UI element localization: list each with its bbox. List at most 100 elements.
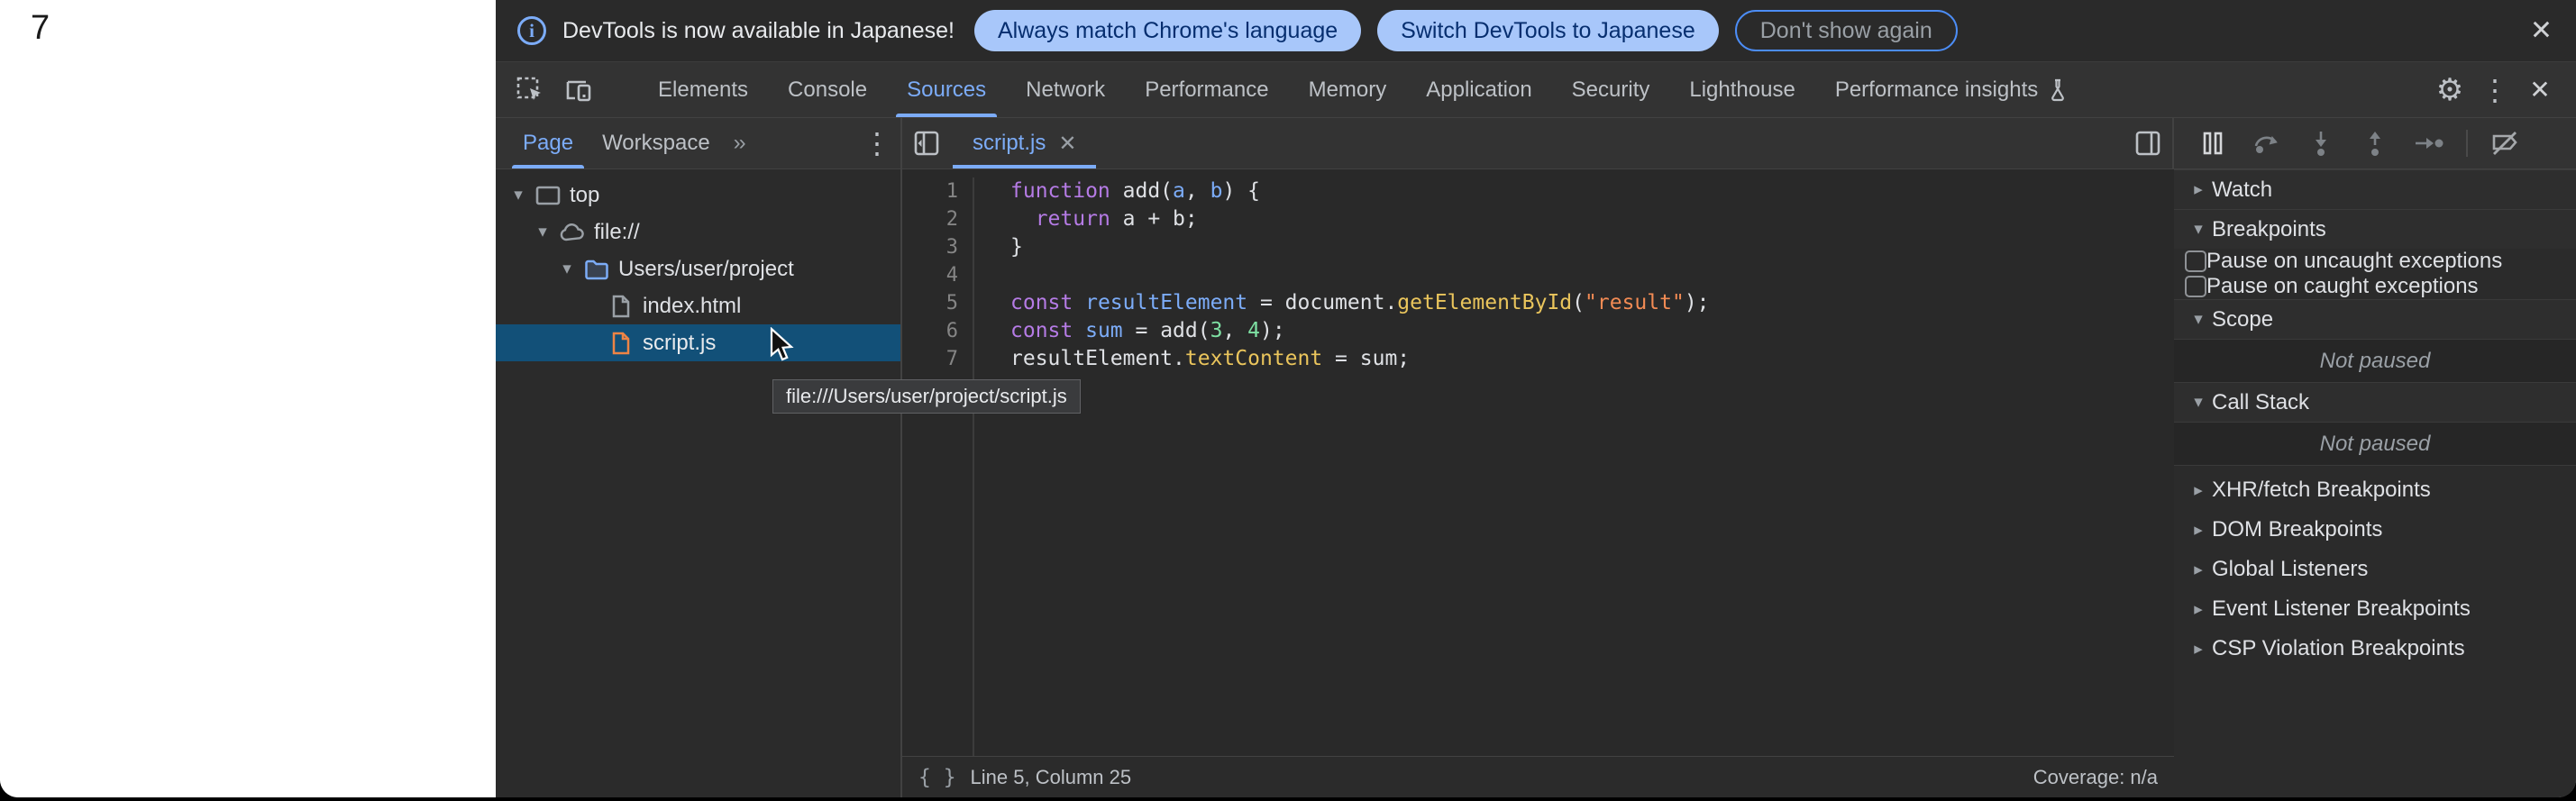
line-number-2[interactable]: 2 — [902, 205, 973, 233]
line-number-6[interactable]: 6 — [902, 317, 973, 345]
step-into-icon[interactable] — [2300, 123, 2342, 164]
switch-devtools-japanese-button[interactable]: Switch DevTools to Japanese — [1377, 10, 1719, 51]
navigator-tab-workspace[interactable]: Workspace — [588, 118, 725, 168]
devtools-close-icon[interactable]: ✕ — [2520, 70, 2560, 110]
step-out-icon[interactable] — [2354, 123, 2396, 164]
sidebar-label: XHR/fetch Breakpoints — [2212, 478, 2431, 503]
tab-memory[interactable]: Memory — [1289, 62, 1407, 117]
editor-tab-scriptjs[interactable]: script.js ✕ — [951, 118, 1098, 168]
sidebar-section-xhr-fetch-breakpoints[interactable]: ▸XHR/fetch Breakpoints — [2174, 470, 2576, 510]
tree-item-top[interactable]: ▾top — [496, 177, 900, 214]
sidebar-label: Call Stack — [2212, 390, 2309, 415]
tree-item-label: file:// — [594, 220, 640, 245]
sidebar-section-breakpoints[interactable]: ▾Breakpoints — [2174, 209, 2576, 249]
dont-show-again-button[interactable]: Don't show again — [1735, 10, 1958, 51]
tab-lighthouse[interactable]: Lighthouse — [1669, 62, 1814, 117]
expander-triangle-icon[interactable]: ▾ — [2185, 309, 2212, 330]
tab-performance-insights[interactable]: Performance insights — [1815, 62, 2088, 117]
cursor-position-text: Line 5, Column 25 — [971, 766, 1132, 789]
line-number-5[interactable]: 5 — [902, 289, 973, 317]
tree-item-index-html[interactable]: index.html — [496, 287, 900, 324]
frame-icon — [532, 185, 564, 206]
overflow-chevron-icon[interactable]: ›› — [725, 118, 754, 168]
line-number-7[interactable]: 7 — [902, 345, 973, 373]
tab-elements[interactable]: Elements — [638, 62, 768, 117]
tree-item-users-user-project[interactable]: ▾ Users/user/project — [496, 250, 900, 287]
tab-application[interactable]: Application — [1406, 62, 1551, 117]
code-editor[interactable]: 1234567 function add(a, b) { return a + … — [902, 169, 2174, 797]
expander-triangle-icon[interactable]: ▸ — [2185, 480, 2212, 501]
toggle-debugger-sidebar-icon[interactable] — [2124, 118, 2172, 168]
folder-icon — [580, 259, 613, 280]
sidebar-section-global-listeners[interactable]: ▸Global Listeners — [2174, 550, 2576, 589]
navigator-header: Page Workspace ›› ⋮ — [496, 118, 902, 168]
tab-network[interactable]: Network — [1006, 62, 1125, 117]
checkbox-pause-on-uncaught-exceptions[interactable]: Pause on uncaught exceptions — [2174, 249, 2576, 274]
settings-gear-icon[interactable]: ⚙ — [2430, 70, 2470, 110]
line-number-3[interactable]: 3 — [902, 233, 973, 261]
tab-console[interactable]: Console — [768, 62, 887, 117]
checkbox-pause-on-caught-exceptions[interactable]: Pause on caught exceptions — [2174, 274, 2576, 299]
expander-triangle-icon[interactable]: ▾ — [2185, 392, 2212, 413]
always-match-language-button[interactable]: Always match Chrome's language — [974, 10, 1361, 51]
line-number-4[interactable]: 4 — [902, 261, 973, 289]
expander-triangle-icon[interactable]: ▸ — [2185, 599, 2212, 620]
sidebar-section-dom-breakpoints[interactable]: ▸DOM Breakpoints — [2174, 510, 2576, 550]
tab-label: Console — [788, 77, 867, 103]
pause-icon[interactable] — [2192, 123, 2233, 164]
html-file-icon — [605, 294, 637, 319]
expander-triangle-icon[interactable]: ▾ — [2185, 219, 2212, 240]
expander-triangle-icon[interactable]: ▸ — [2185, 560, 2212, 580]
inspect-element-icon[interactable] — [510, 70, 550, 110]
pretty-print-braces-icon[interactable]: { } — [918, 766, 956, 789]
tab-label: Application — [1426, 77, 1531, 103]
more-options-kebab-icon[interactable]: ⋮ — [2475, 70, 2515, 110]
infobar-close-icon[interactable]: ✕ — [2530, 15, 2553, 47]
tab-performance[interactable]: Performance — [1125, 62, 1288, 117]
checkbox-box[interactable] — [2185, 276, 2206, 297]
expander-triangle-icon[interactable]: ▸ — [2185, 520, 2212, 541]
sources-content: ▾top▾file://▾Users/user/projectindex.htm… — [496, 169, 2576, 797]
expander-triangle-icon[interactable]: ▾ — [553, 259, 580, 279]
tab-security[interactable]: Security — [1552, 62, 1670, 117]
toggle-navigator-panel-icon[interactable] — [902, 118, 951, 168]
expander-triangle-icon[interactable]: ▸ — [2185, 179, 2212, 200]
navigator-kebab-icon[interactable]: ⋮ — [863, 118, 891, 168]
expander-triangle-icon[interactable]: ▸ — [2185, 639, 2212, 660]
navigator-tab-page[interactable]: Page — [508, 118, 588, 168]
infobar-message: DevTools is now available in Japanese! — [562, 18, 955, 44]
device-toolbar-icon[interactable] — [559, 70, 598, 110]
sidebar-label: Scope — [2212, 307, 2273, 332]
step-icon[interactable] — [2408, 123, 2450, 164]
sidebar-section-watch[interactable]: ▸Watch — [2174, 169, 2576, 209]
sidebar-section-scope[interactable]: ▾Scope — [2174, 299, 2576, 339]
line-number-1[interactable]: 1 — [902, 177, 973, 205]
sidebar-section-event-listener-breakpoints[interactable]: ▸Event Listener Breakpoints — [2174, 589, 2576, 629]
tree-item-label: Users/user/project — [618, 257, 794, 282]
sidebar-label: Global Listeners — [2212, 557, 2368, 582]
tab-sources[interactable]: Sources — [887, 62, 1006, 117]
step-over-icon[interactable] — [2246, 123, 2288, 164]
editor-tab-label: script.js — [973, 131, 1046, 156]
language-infobar: i DevTools is now available in Japanese!… — [496, 0, 2576, 62]
tab-label: Performance insights — [1835, 77, 2038, 103]
sidebar-label: Pause on caught exceptions — [2206, 274, 2479, 299]
debugger-sidebar: ▸Watch▾BreakpointsPause on uncaught exce… — [2174, 169, 2576, 797]
tree-item-script-js[interactable]: script.js — [496, 324, 900, 361]
sidebar-section-call-stack[interactable]: ▾Call Stack — [2174, 382, 2576, 422]
expander-triangle-icon[interactable]: ▾ — [505, 185, 532, 205]
sidebar-section-csp-violation-breakpoints[interactable]: ▸CSP Violation Breakpoints — [2174, 629, 2576, 669]
expander-triangle-icon[interactable]: ▾ — [529, 222, 556, 242]
sidebar-section-not-paused: Not paused — [2174, 339, 2576, 382]
editor-tab-close-icon[interactable]: ✕ — [1058, 131, 1076, 157]
secondary-toolbar: Page Workspace ›› ⋮ script.js — [496, 118, 2576, 169]
tree-item-file[interactable]: ▾ file:// — [496, 214, 900, 250]
sidebar-label: Watch — [2212, 177, 2272, 203]
deactivate-breakpoints-icon[interactable] — [2484, 123, 2526, 164]
tabstrip-spacer — [1098, 118, 2124, 168]
checkbox-box[interactable] — [2185, 250, 2206, 272]
line-number-gutter: 1234567 — [902, 177, 974, 756]
code-area: 1234567 function add(a, b) { return a + … — [902, 169, 2174, 756]
info-icon: i — [517, 16, 546, 45]
tab-label: Lighthouse — [1689, 77, 1795, 103]
